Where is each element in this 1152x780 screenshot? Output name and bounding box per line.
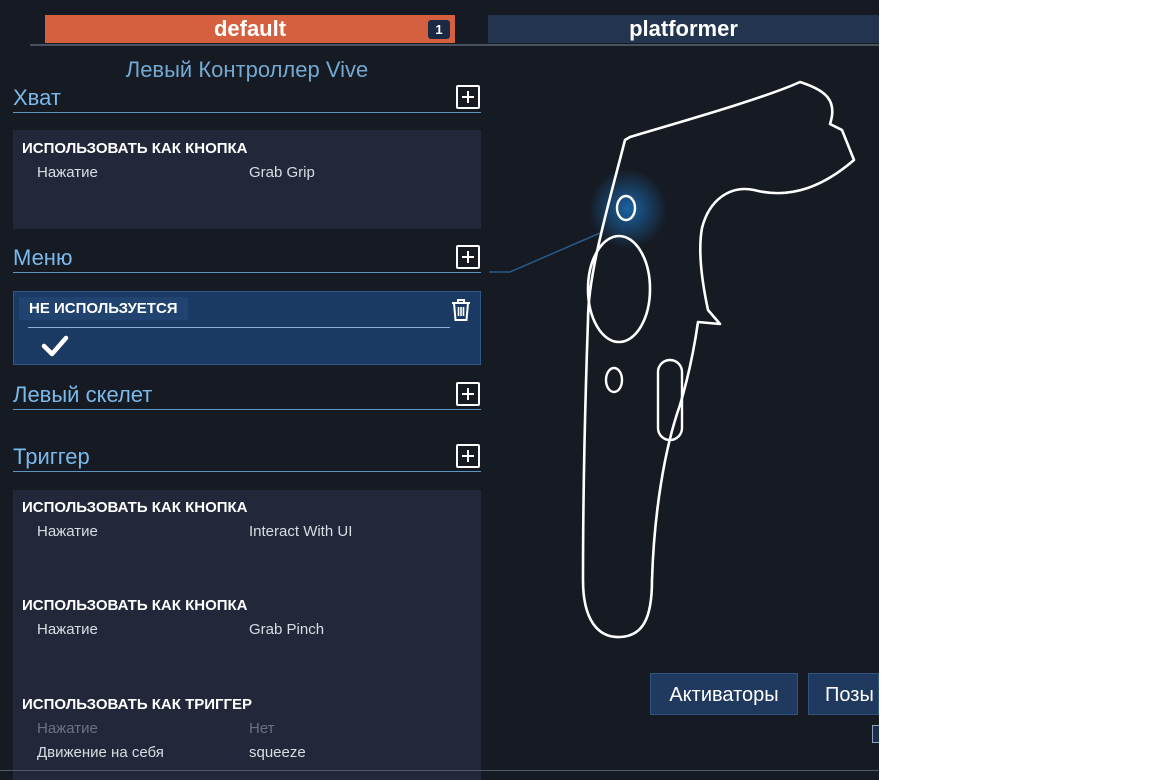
section-menu-title: Меню — [13, 245, 73, 270]
tab-default[interactable]: default 1 — [45, 15, 455, 43]
section-trigger-header: Триггер — [13, 444, 481, 472]
binding-type[interactable]: ИСПОЛЬЗОВАТЬ КАК ТРИГГЕР — [22, 696, 252, 713]
binding-row-value[interactable]: Grab Pinch — [249, 621, 324, 638]
unused-mode-label[interactable]: НЕ ИСПОЛЬЗУЕТСЯ — [19, 297, 188, 320]
binding-row-value[interactable]: Grab Grip — [249, 164, 315, 181]
binding-panel: default 1 platformer Левый Контроллер Vi… — [0, 0, 879, 780]
tab-default-label: default — [213, 16, 287, 41]
system-button-icon[interactable] — [604, 366, 624, 394]
unused-divider — [28, 327, 450, 328]
section-grip-title: Хват — [13, 85, 61, 110]
trash-icon[interactable] — [450, 298, 472, 322]
section-menu-header: Меню — [13, 245, 481, 273]
trackpad-icon[interactable] — [586, 234, 652, 344]
check-icon[interactable] — [41, 334, 69, 358]
section-skeleton-header: Левый скелет — [13, 382, 481, 410]
binding-row-label: Нажатие — [37, 164, 98, 181]
binding-type[interactable]: ИСПОЛЬЗОВАТЬ КАК КНОПКА — [22, 597, 248, 614]
controller-body-outline — [581, 80, 856, 639]
tab-default-badge: 1 — [428, 20, 450, 39]
binding-row-label: Нажатие — [37, 523, 98, 540]
binding-card-menu-selected[interactable]: НЕ ИСПОЛЬЗУЕТСЯ — [13, 291, 481, 365]
activators-button[interactable]: Активаторы — [650, 673, 798, 715]
add-binding-grip-button[interactable] — [456, 85, 480, 109]
vive-controller-illustration — [489, 80, 856, 639]
add-binding-skeleton-button[interactable] — [456, 382, 480, 406]
section-grip-header: Хват — [13, 85, 481, 113]
tab-platformer[interactable]: platformer — [488, 15, 879, 43]
grip-button-icon[interactable] — [656, 358, 684, 442]
binding-row-label: Нажатие — [37, 621, 98, 638]
binding-row-label: Нажатие — [37, 720, 98, 737]
binding-row-value[interactable]: Нет — [249, 720, 275, 737]
bottom-divider — [0, 770, 879, 771]
highlight-connector-line — [489, 232, 601, 273]
binding-type[interactable]: ИСПОЛЬЗОВАТЬ КАК КНОПКА — [22, 499, 248, 516]
add-binding-trigger-button[interactable] — [456, 444, 480, 468]
controller-title: Левый Контроллер Vive — [125, 57, 369, 82]
poses-button[interactable]: Позы — [808, 673, 879, 715]
partial-checkbox[interactable] — [872, 725, 879, 743]
tab-platformer-label: platformer — [629, 16, 738, 41]
tabs-divider — [30, 44, 879, 46]
add-binding-menu-button[interactable] — [456, 245, 480, 269]
binding-row-value[interactable]: Interact With UI — [249, 523, 352, 540]
binding-type: ИСПОЛЬЗОВАТЬ КАК КНОПКА — [22, 140, 248, 157]
binding-row-value[interactable]: squeeze — [249, 744, 306, 761]
section-trigger-title: Триггер — [13, 444, 90, 469]
binding-card-trigger: ИСПОЛЬЗОВАТЬ КАК КНОПКА Нажатие Interact… — [13, 490, 481, 780]
binding-card-grip[interactable]: ИСПОЛЬЗОВАТЬ КАК КНОПКА Нажатие Grab Gri… — [13, 130, 481, 229]
binding-row-label: Движение на себя — [37, 744, 164, 761]
section-skeleton-title: Левый скелет — [13, 382, 153, 407]
